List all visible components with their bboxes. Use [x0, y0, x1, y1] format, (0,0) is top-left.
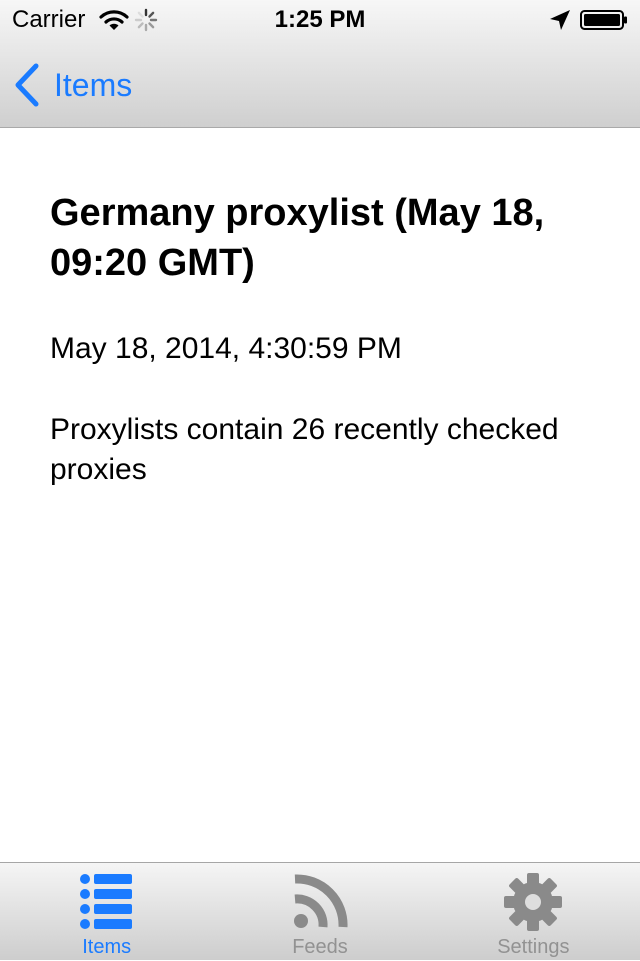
tab-feeds[interactable]: Feeds [213, 863, 426, 961]
tab-items[interactable]: Items [0, 863, 213, 961]
item-date: May 18, 2014, 4:30:59 PM [50, 332, 402, 365]
location-arrow-icon [550, 10, 570, 30]
navigation-bar: Carrier 1:25 PM Items [0, 0, 640, 128]
status-bar: Carrier 1:25 PM [0, 0, 640, 40]
rss-feed-icon [293, 874, 348, 928]
tab-settings-label: Settings [497, 936, 570, 958]
item-description: Proxylists contain 26 recently checked p… [50, 413, 559, 486]
gear-icon [504, 873, 563, 931]
list-icon [79, 874, 132, 929]
tab-settings[interactable]: Settings [427, 863, 640, 961]
tab-bar: Items Feeds Settings [0, 862, 640, 960]
tab-feeds-label: Feeds [292, 936, 348, 958]
status-time: 1:25 PM [274, 6, 366, 33]
battery-icon [580, 10, 627, 30]
item-detail: Germany proxylist (May 18, 09:20 GMT) Ma… [50, 188, 590, 490]
back-button[interactable]: Items [12, 62, 132, 108]
item-title: Germany proxylist (May 18, 09:20 GMT) [50, 192, 545, 284]
back-button-label: Items [54, 67, 133, 103]
tab-items-label: Items [82, 936, 132, 958]
chevron-left-icon [15, 63, 39, 107]
